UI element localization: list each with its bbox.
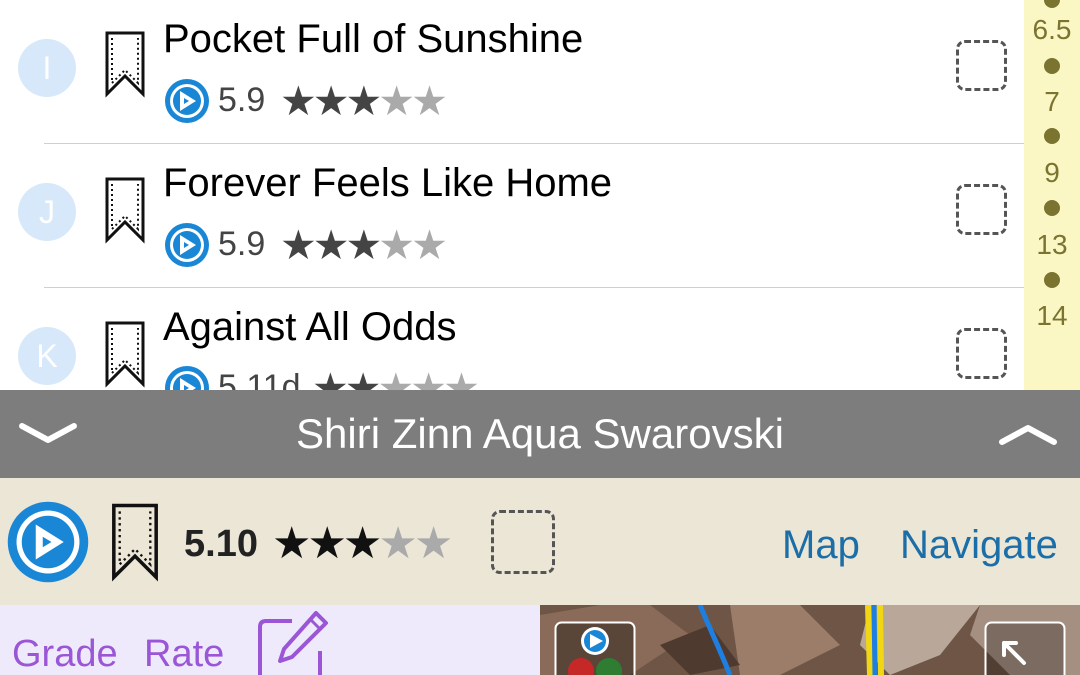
index-label[interactable]: 13 [1024, 229, 1080, 261]
climbing-app-logo-icon [165, 79, 209, 123]
star-rating: ★★★★★ [280, 77, 448, 125]
topo-legend-icon[interactable] [554, 621, 636, 675]
route-row[interactable]: J Forever Feels Like Home 5.9 ★★★★★ [0, 144, 1024, 288]
index-label[interactable]: 7 [1024, 86, 1080, 118]
route-list: I Pocket Full of Sunshine 5.9 ★★★★★ J Fo… [0, 0, 1024, 390]
star-icon: ★ [312, 77, 350, 125]
star-icon: ★ [342, 518, 383, 569]
star-icon: ★ [280, 77, 317, 125]
bookmark-icon[interactable] [110, 502, 160, 582]
star-icon: ★ [312, 221, 350, 269]
star-icon: ★ [272, 518, 312, 569]
index-label[interactable]: 6.5 [1024, 14, 1080, 46]
route-row[interactable]: K Against All Odds 5.11d ★★★★★ [0, 288, 1024, 390]
route-letter-badge: J [18, 183, 76, 241]
star-icon: ★ [345, 77, 383, 125]
star-icon: ★ [307, 518, 347, 569]
tick-checkbox[interactable] [956, 184, 1007, 235]
index-dot [1044, 58, 1060, 74]
star-icon: ★ [411, 221, 448, 269]
rate-button[interactable]: Rate [144, 631, 224, 675]
index-dot [1044, 0, 1060, 8]
grade-button[interactable]: Grade [12, 631, 118, 675]
star-rating: ★★★★★ [280, 221, 448, 269]
index-label[interactable]: 14 [1024, 300, 1080, 332]
edit-pencil-icon[interactable] [252, 607, 332, 675]
detail-header: Shiri Zinn Aqua Swarovski [0, 390, 1080, 478]
tick-checkbox[interactable] [956, 40, 1007, 91]
tick-checkbox[interactable] [956, 328, 1007, 379]
route-name[interactable]: Forever Feels Like Home [163, 159, 612, 207]
bookmark-icon[interactable] [104, 320, 146, 388]
index-label[interactable]: 9 [1024, 157, 1080, 189]
star-icon: ★ [378, 77, 415, 125]
detail-title: Shiri Zinn Aqua Swarovski [296, 410, 784, 457]
index-dot [1044, 200, 1060, 216]
route-name[interactable]: Against All Odds [163, 303, 457, 351]
star-icon: ★ [411, 77, 448, 125]
star-icon: ★ [443, 364, 480, 390]
climbing-app-logo-icon [165, 366, 209, 390]
route-grade: 5.9 [218, 225, 266, 263]
detail-info-bar: 5.10 ★★★★★ Map Navigate [0, 478, 1080, 605]
navigate-link[interactable]: Navigate [900, 522, 1058, 568]
climbing-app-logo-icon [7, 501, 89, 583]
detail-grade: 5.10 [184, 523, 258, 565]
star-icon: ★ [312, 364, 349, 390]
star-icon: ★ [410, 364, 447, 390]
route-photo[interactable] [540, 605, 1080, 675]
route-row[interactable]: I Pocket Full of Sunshine 5.9 ★★★★★ [0, 0, 1024, 144]
route-name[interactable]: Pocket Full of Sunshine [163, 15, 583, 63]
expand-icon[interactable] [984, 621, 1066, 675]
star-icon: ★ [345, 221, 383, 269]
route-grade: 5.11d [218, 368, 301, 390]
route-actions: Grade Rate [0, 605, 540, 675]
route-grade: 5.9 [218, 81, 266, 119]
grade-index-bar[interactable]: 6.5 7 9 13 14 [1024, 0, 1080, 390]
index-dot [1044, 272, 1060, 288]
map-link[interactable]: Map [782, 522, 860, 568]
star-rating: ★★★★★ [312, 364, 480, 390]
star-rating: ★★★★★ [272, 522, 453, 566]
star-icon: ★ [344, 364, 382, 390]
bookmark-icon[interactable] [104, 176, 146, 244]
route-letter-badge: I [18, 39, 76, 97]
star-icon: ★ [413, 518, 454, 569]
climbing-app-logo-icon [165, 223, 209, 267]
chevron-up-icon[interactable] [996, 414, 1060, 454]
star-icon: ★ [377, 364, 415, 390]
index-dot [1044, 128, 1060, 144]
star-icon: ★ [378, 221, 415, 269]
tick-checkbox[interactable] [491, 510, 555, 574]
star-icon: ★ [378, 518, 418, 569]
bookmark-icon[interactable] [104, 30, 146, 98]
route-letter-badge: K [18, 327, 76, 385]
star-icon: ★ [280, 221, 317, 269]
